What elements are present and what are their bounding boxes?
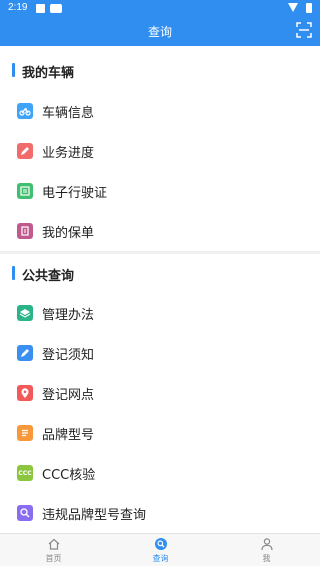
- section-accent: [12, 266, 15, 280]
- item-label: 我的保单: [42, 226, 95, 241]
- ccc-icon: CCC: [17, 465, 33, 481]
- nav-label: 我: [262, 554, 271, 563]
- wifi-icon: [288, 3, 298, 12]
- edit-icon: [17, 345, 33, 361]
- license-icon: [17, 183, 33, 199]
- location-pin-icon: [17, 385, 33, 401]
- pencil-icon: [17, 143, 33, 159]
- motorcycle-icon: [17, 103, 33, 119]
- nav-item-me[interactable]: 我: [213, 534, 320, 566]
- section-title: 我的车辆: [22, 66, 75, 81]
- section-my-vehicles: 我的车辆: [0, 51, 320, 91]
- battery-icon: [306, 3, 312, 13]
- section-title: 公共查询: [22, 269, 75, 284]
- item-label: 业务进度: [42, 146, 95, 161]
- list-item-business-progress[interactable]: 业务进度: [0, 131, 320, 171]
- nav-item-query[interactable]: 查询: [107, 534, 214, 566]
- item-label: 品牌型号: [42, 428, 95, 443]
- nav-label: 查询: [152, 554, 169, 563]
- list-item-my-policy[interactable]: 我的保单: [0, 211, 320, 251]
- list-item-violation-brand-query[interactable]: 违规品牌型号查询: [0, 493, 320, 533]
- layers-icon: [17, 305, 33, 321]
- section-accent: [12, 63, 15, 77]
- home-icon: [48, 538, 59, 550]
- list-item-management-rules[interactable]: 管理办法: [0, 293, 320, 333]
- list-item-brand-model[interactable]: 品牌型号: [0, 413, 320, 453]
- list-item-electronic-license[interactable]: 电子行驶证: [0, 171, 320, 211]
- status-bar: 2:19: [0, 0, 320, 16]
- item-label: 管理办法: [42, 308, 95, 323]
- section-public-query: 公共查询: [0, 254, 320, 294]
- status-time: 2:19: [8, 2, 28, 13]
- list-item-registration-notice[interactable]: 登记须知: [0, 333, 320, 373]
- item-label: 登记网点: [42, 388, 95, 403]
- item-label: 车辆信息: [42, 106, 95, 121]
- search-icon: [154, 538, 167, 550]
- user-icon: [260, 538, 273, 551]
- list-item-registration-outlets[interactable]: 登记网点: [0, 373, 320, 413]
- list-item-ccc-verify[interactable]: CCC CCC核验: [0, 453, 320, 493]
- policy-icon: [17, 223, 33, 239]
- bottom-nav: 首页 查询 我: [0, 533, 320, 566]
- item-label: 电子行驶证: [42, 186, 108, 201]
- item-label: 违规品牌型号查询: [42, 508, 147, 523]
- app-notification-icon: [50, 4, 62, 13]
- nav-item-home[interactable]: 首页: [0, 534, 107, 566]
- document-icon: [17, 425, 33, 441]
- search-icon: [17, 505, 33, 521]
- notification-icon: [36, 4, 45, 13]
- scan-icon[interactable]: [296, 22, 312, 38]
- page-title: 查询: [147, 25, 172, 39]
- app-bar: 查询: [0, 16, 320, 46]
- list-item-vehicle-info[interactable]: 车辆信息: [0, 91, 320, 131]
- item-label: 登记须知: [42, 348, 95, 363]
- nav-label: 首页: [45, 554, 62, 563]
- item-label: CCC核验: [42, 468, 96, 483]
